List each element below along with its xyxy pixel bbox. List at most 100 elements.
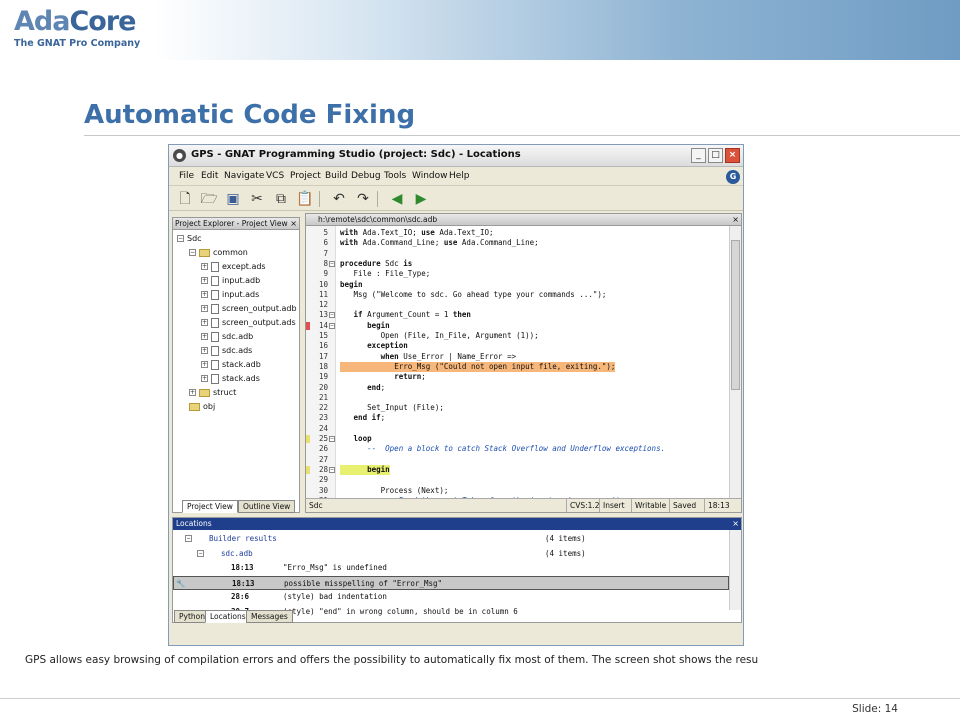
code-line[interactable]: 6 with Ada.Command_Line; use Ada.Command_…: [306, 238, 728, 248]
code-line[interactable]: 17 when Use_Error | Name_Error =>: [306, 352, 728, 362]
code-line[interactable]: 13 if Argument_Count = 1 then: [306, 310, 728, 320]
menu-vcs[interactable]: VCS: [266, 171, 284, 181]
code-line[interactable]: 26 -- Open a block to catch Stack Overfl…: [306, 444, 728, 454]
expand-icon[interactable]: +: [201, 319, 208, 326]
expand-icon[interactable]: +: [201, 375, 208, 382]
menu-navigate[interactable]: Navigate: [224, 171, 264, 181]
undo-icon[interactable]: ↶: [329, 189, 349, 209]
tab-locations[interactable]: Locations: [205, 610, 251, 623]
copy-icon[interactable]: ⧉: [271, 189, 291, 209]
code-line[interactable]: 14 begin: [306, 321, 728, 331]
explorer-close-icon[interactable]: ×: [290, 218, 297, 229]
code-line[interactable]: 27: [306, 455, 728, 465]
menu-file[interactable]: File: [179, 171, 194, 181]
editor-close-icon[interactable]: ×: [732, 214, 739, 225]
code-line[interactable]: 11 Msg ("Welcome to sdc. Go ahead type y…: [306, 290, 728, 300]
locations-close-icon[interactable]: ×: [732, 518, 739, 530]
tree-item[interactable]: + stack.ads: [201, 372, 260, 386]
code-line[interactable]: 25 loop: [306, 434, 728, 444]
maximize-button[interactable]: □: [708, 148, 723, 163]
expand-icon[interactable]: +: [201, 291, 208, 298]
code-line[interactable]: 8 procedure Sdc is: [306, 259, 728, 269]
fold-toggle-icon[interactable]: −: [329, 466, 335, 473]
code-line[interactable]: 15 Open (File, In_File, Argument (1));: [306, 331, 728, 341]
fold-toggle-icon[interactable]: −: [329, 436, 335, 442]
code-line[interactable]: 23 end if;: [306, 413, 728, 423]
menu-window[interactable]: Window: [412, 171, 448, 181]
tab-messages[interactable]: Messages: [246, 610, 293, 623]
tree-item[interactable]: − Sdc: [177, 232, 202, 246]
code-line[interactable]: 24: [306, 424, 728, 434]
cut-icon[interactable]: ✂: [247, 189, 267, 209]
paste-icon[interactable]: 📋: [295, 189, 315, 209]
expand-icon[interactable]: +: [201, 305, 208, 312]
menu-build[interactable]: Build: [325, 171, 348, 181]
minimize-button[interactable]: _: [691, 148, 706, 163]
expand-icon[interactable]: +: [201, 263, 208, 270]
tree-item[interactable]: + except.ads: [201, 260, 266, 274]
collapse-icon[interactable]: −: [197, 549, 204, 557]
forward-arrow-icon[interactable]: ▶: [411, 189, 431, 209]
fold-toggle-icon[interactable]: −: [329, 322, 335, 329]
menu-edit[interactable]: Edit: [201, 171, 218, 181]
code-line[interactable]: 10 begin: [306, 280, 728, 290]
code-line[interactable]: 20 end;: [306, 383, 728, 393]
code-line[interactable]: 19 return;: [306, 372, 728, 382]
tab-outline-view[interactable]: Outline View: [238, 500, 296, 513]
tab-project-view[interactable]: Project View: [182, 500, 238, 513]
warning-marker-icon[interactable]: [306, 465, 310, 474]
code-line[interactable]: 22 Set_Input (File);: [306, 403, 728, 413]
tree-item[interactable]: + stack.adb: [201, 358, 261, 372]
save-icon[interactable]: ▣: [223, 189, 243, 209]
expand-icon[interactable]: +: [201, 277, 208, 284]
location-row[interactable]: − Builder results (4 items): [173, 532, 729, 546]
menu-debug[interactable]: Debug: [351, 171, 381, 181]
locations-scrollbar[interactable]: [729, 530, 741, 610]
fold-toggle-icon[interactable]: −: [329, 312, 335, 319]
code-line[interactable]: 30 Process (Next);: [306, 486, 728, 496]
code-line[interactable]: 29: [306, 475, 728, 485]
collapse-icon[interactable]: −: [185, 535, 192, 542]
error-marker-icon[interactable]: [306, 321, 310, 330]
open-folder-icon[interactable]: 🗁: [199, 189, 219, 209]
scrollbar-thumb[interactable]: [731, 240, 740, 390]
location-row[interactable]: 18:13 "Erro_Msg" is undefined: [173, 561, 729, 575]
back-arrow-icon[interactable]: ◀: [387, 189, 407, 209]
code-line[interactable]: 16 exception: [306, 341, 728, 351]
location-row[interactable]: 28:6 (style) bad indentation: [173, 590, 729, 604]
menu-help[interactable]: Help: [449, 171, 470, 181]
new-file-icon[interactable]: 🗋: [175, 189, 195, 209]
expand-icon[interactable]: +: [201, 361, 208, 368]
location-row[interactable]: 🔧 18:13 possible misspelling of "Error_Msg…: [173, 575, 729, 591]
editor-scrollbar[interactable]: [729, 226, 741, 499]
collapse-icon[interactable]: −: [177, 235, 184, 242]
redo-icon[interactable]: ↷: [353, 189, 373, 209]
expand-icon[interactable]: +: [201, 333, 208, 340]
tree-item[interactable]: + input.adb: [201, 274, 260, 288]
code-line[interactable]: 7: [306, 249, 728, 259]
code-line[interactable]: 9 File : File_Type;: [306, 269, 728, 279]
code-line[interactable]: 18 Erro_Msg ("Could not open input file,…: [306, 361, 728, 373]
code-line[interactable]: 28 begin: [306, 464, 728, 476]
tree-item[interactable]: + screen_output.adb: [201, 302, 297, 316]
tree-item[interactable]: + input.ads: [201, 288, 259, 302]
code-line[interactable]: 21: [306, 393, 728, 403]
expand-icon[interactable]: +: [189, 389, 196, 396]
code-line[interactable]: 12: [306, 300, 728, 310]
tree-item[interactable]: + sdc.adb: [201, 330, 253, 344]
menu-project[interactable]: Project: [290, 171, 321, 181]
code-line[interactable]: 5 with Ada.Text_IO; use Ada.Text_IO;: [306, 228, 728, 238]
expand-icon[interactable]: +: [201, 347, 208, 354]
tree-item[interactable]: + struct: [189, 386, 236, 400]
menu-tools[interactable]: Tools: [384, 171, 406, 181]
tree-item[interactable]: + sdc.ads: [201, 344, 252, 358]
autofix-wrench-icon[interactable]: 🔧: [176, 577, 185, 591]
tree-item[interactable]: obj: [189, 400, 215, 414]
tree-item[interactable]: + screen_output.ads: [201, 316, 296, 330]
location-row[interactable]: − sdc.adb (4 items): [173, 547, 729, 561]
fold-toggle-icon[interactable]: −: [329, 260, 335, 267]
tree-item[interactable]: − common: [189, 246, 248, 260]
warning-marker-icon[interactable]: [306, 435, 310, 443]
collapse-icon[interactable]: −: [189, 249, 196, 256]
close-button[interactable]: ×: [725, 148, 740, 163]
